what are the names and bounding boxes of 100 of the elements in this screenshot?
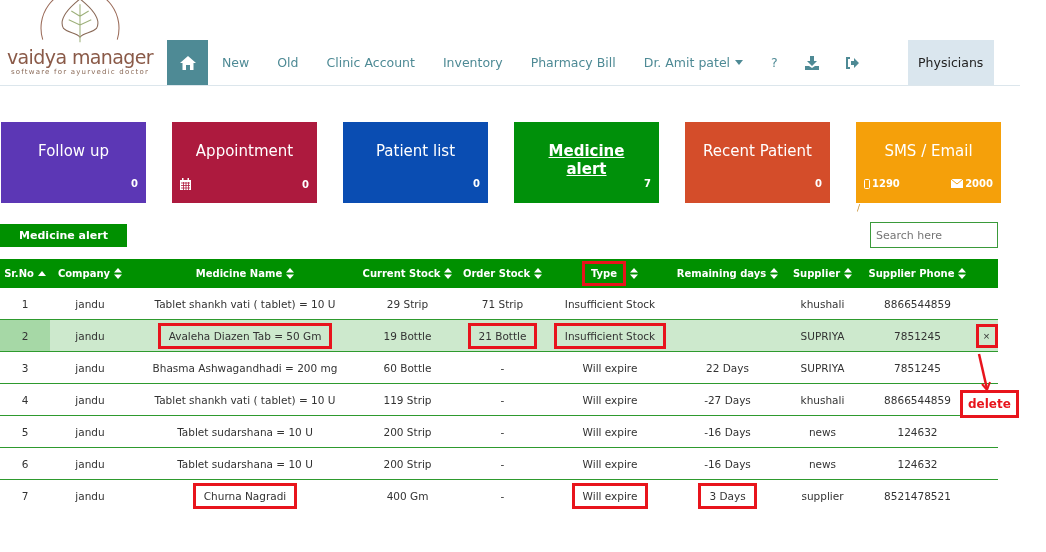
table-cell: jandu — [50, 415, 130, 448]
tile-title: SMS / Email — [884, 142, 973, 162]
column-header[interactable]: Order Stock — [455, 259, 550, 288]
table-cell: 200 Strip — [360, 415, 455, 448]
sms-count: 1290 — [872, 178, 900, 189]
tile-title: Medicine alert — [551, 142, 622, 178]
table-cell: - — [455, 383, 550, 416]
column-header[interactable]: Medicine Name — [130, 259, 360, 288]
tile-count: 0 — [473, 178, 480, 189]
table-cell: 2 — [0, 319, 50, 352]
table-cell: jandu — [50, 447, 130, 480]
highlight-box: 21 Bottle — [467, 322, 538, 349]
tile-count: 7 — [644, 178, 651, 189]
table-cell: 400 Gm — [360, 479, 455, 511]
table-cell: jandu — [50, 383, 130, 416]
table-cell: - — [455, 479, 550, 511]
table-cell: khushali — [785, 383, 860, 416]
tile-title: Recent Patient — [703, 142, 812, 162]
highlight-box: 3 Days — [698, 482, 757, 509]
table-cell: supplier — [785, 479, 860, 511]
table-cell: Will expire — [550, 383, 670, 416]
table-cell: Tablet sudarshana = 10 U — [130, 447, 360, 480]
callout-label: delete — [960, 390, 1019, 418]
logo-name: vaidya manager — [6, 46, 154, 68]
table-cell: -16 Days — [670, 447, 785, 480]
column-header[interactable]: Company — [50, 259, 130, 288]
highlight-box: Churna Nagradi — [192, 482, 298, 509]
table-cell: 7 — [0, 479, 50, 511]
nav-link[interactable]: New — [208, 40, 264, 85]
table-cell: news — [785, 447, 860, 480]
highlight-box: Insufficient Stock — [553, 322, 667, 349]
tile-card[interactable]: Follow up 0 — [1, 122, 146, 203]
nav-link[interactable]: Clinic Account — [312, 40, 429, 85]
table-cell: SUPRIYA — [785, 319, 860, 352]
search-field[interactable]: Search here — [870, 222, 998, 248]
table-cell: jandu — [50, 351, 130, 384]
table-cell: 8866544859 — [860, 288, 975, 320]
tile-card[interactable]: Recent Patient 0 — [685, 122, 830, 203]
table-cell: 3 — [0, 351, 50, 384]
column-header[interactable]: Supplier Phone — [860, 259, 975, 288]
table-cell: Will expire — [550, 351, 670, 384]
nav-link[interactable]: Pharmacy Bill — [516, 40, 630, 85]
table-cell: Insufficient Stock — [550, 288, 670, 320]
table-cell: 71 Strip — [455, 288, 550, 320]
tile-title: Follow up — [38, 142, 109, 162]
table-cell: jandu — [50, 479, 130, 511]
table-cell: jandu — [50, 319, 130, 352]
email-count: 2000 — [965, 178, 993, 189]
tile-count: 0 — [815, 178, 822, 189]
table-cell: 19 Bottle — [360, 319, 455, 352]
table-cell: news — [785, 415, 860, 448]
table-cell: 6 — [0, 447, 50, 480]
highlight-box: Type — [581, 261, 627, 286]
column-header[interactable]: Supplier — [785, 259, 860, 288]
table-cell: -27 Days — [670, 383, 785, 416]
table-cell: SUPRIYA — [785, 351, 860, 384]
table-cell: 7851245 — [860, 351, 975, 384]
table-cell: jandu — [50, 288, 130, 320]
highlight-box: Will expire — [571, 482, 649, 509]
tile-title: Appointment — [195, 142, 294, 162]
column-header[interactable]: Current Stock — [360, 259, 455, 288]
table-cell: 4 — [0, 383, 50, 416]
table-cell: 5 — [0, 415, 50, 448]
column-header[interactable]: Remaining days — [670, 259, 785, 288]
table-cell: 119 Strip — [360, 383, 455, 416]
table-cell: 7851245 — [860, 319, 975, 352]
physicians-button[interactable]: Physicians — [907, 40, 994, 85]
table-cell: 124632 — [860, 447, 975, 480]
table-cell: Tablet shankh vati ( tablet) = 10 U — [130, 383, 360, 416]
nav-link[interactable]: ? — [757, 40, 792, 85]
table-cell: 22 Days — [670, 351, 785, 384]
section-label: Medicine alert — [0, 223, 127, 247]
highlight-box: Avaleha Diazen Tab = 50 Gm — [157, 322, 333, 349]
table-cell: khushali — [785, 288, 860, 320]
column-header[interactable]: Sr.No — [0, 259, 50, 288]
table-cell: - — [455, 351, 550, 384]
nav-link[interactable]: Old — [263, 40, 313, 85]
table-cell: 60 Bottle — [360, 351, 455, 384]
tile-card[interactable]: Appointment 0 — [172, 122, 317, 203]
tile-card[interactable]: Medicine alert 7 — [514, 122, 659, 203]
tile-count: 0 — [131, 178, 138, 189]
delete-button[interactable]: × — [975, 323, 998, 348]
table-cell: Tablet shankh vati ( tablet) = 10 U — [130, 288, 360, 320]
tile-count: 0 — [302, 178, 309, 190]
user-menu[interactable]: Dr. Amit patel — [629, 40, 758, 85]
slash-mark: / — [857, 203, 861, 213]
table-cell: 200 Strip — [360, 447, 455, 480]
table-cell: -16 Days — [670, 415, 785, 448]
table-cell: 29 Strip — [360, 288, 455, 320]
table-cell: - — [455, 415, 550, 448]
table-cell: - — [455, 447, 550, 480]
table-cell: 8521478521 — [860, 479, 975, 511]
tile-title: Patient list — [376, 142, 455, 162]
table-cell: Will expire — [550, 415, 670, 448]
table-cell: Will expire — [550, 447, 670, 480]
table-cell: Tablet sudarshana = 10 U — [130, 415, 360, 448]
nav-link[interactable]: Inventory — [428, 40, 517, 85]
tile-card[interactable]: Patient list 0 — [343, 122, 488, 203]
table-cell: 1 — [0, 288, 50, 320]
table-cell: Bhasma Ashwagandhadi = 200 mg — [130, 351, 360, 384]
